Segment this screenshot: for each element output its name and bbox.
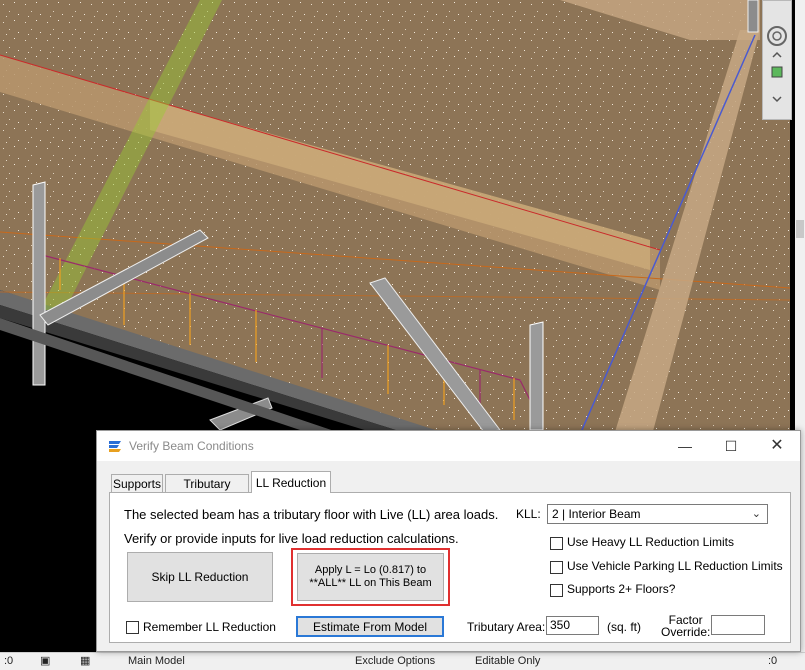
supports-floors-label[interactable]: Supports 2+ Floors? xyxy=(567,582,675,596)
editable-only[interactable]: Editable Only xyxy=(475,655,540,667)
tab-tributary-beams[interactable]: Tributary Beams xyxy=(165,474,249,510)
scrollbar-thumb[interactable] xyxy=(796,220,804,238)
cube-icon[interactable]: ▣ xyxy=(40,654,50,667)
grid-icon[interactable]: ▦ xyxy=(80,654,90,667)
highlight-box: Apply L = Lo (0.817) to **ALL** LL on Th… xyxy=(291,548,450,606)
estimate-from-model-button[interactable]: Estimate From Model xyxy=(296,616,444,637)
ll-reduction-panel: The selected beam has a tributary floor … xyxy=(109,492,791,643)
message-line-1: The selected beam has a tributary floor … xyxy=(124,507,499,522)
dialog-titlebar[interactable]: Verify Beam Conditions — ☐ ✕ xyxy=(97,431,800,461)
estimate-button-label: Estimate From Model xyxy=(312,619,428,634)
close-button[interactable]: ✕ xyxy=(754,431,800,461)
skip-ll-reduction-button[interactable]: Skip LL Reduction xyxy=(127,552,273,602)
maximize-button[interactable]: ☐ xyxy=(708,431,754,461)
tab-supports[interactable]: Supports xyxy=(111,474,163,493)
apply-button-line-2: **ALL** LL on This Beam xyxy=(309,577,432,589)
vehicle-parking-checkbox[interactable] xyxy=(550,561,563,574)
heavy-ll-checkbox[interactable] xyxy=(550,537,563,550)
navigation-bar[interactable] xyxy=(762,0,792,120)
chevron-down-icon: ⌄ xyxy=(751,508,761,520)
skip-button-label: Skip LL Reduction xyxy=(151,570,249,584)
exclude-options[interactable]: Exclude Options xyxy=(355,655,435,667)
apply-ll-factor-button[interactable]: Apply L = Lo (0.817) to **ALL** LL on Th… xyxy=(297,553,444,601)
status-coord: :0 xyxy=(4,655,14,667)
status-right-value: :0 xyxy=(768,655,778,667)
kll-selected-value: 2 | Interior Beam xyxy=(552,507,641,521)
kll-dropdown[interactable]: 2 | Interior Beam ⌄ xyxy=(547,504,768,524)
minimize-button[interactable]: — xyxy=(662,431,708,461)
remember-ll-checkbox[interactable] xyxy=(126,621,139,634)
dialog-title: Verify Beam Conditions xyxy=(129,439,254,453)
zoom-icon xyxy=(771,66,783,78)
vehicle-parking-label[interactable]: Use Vehicle Parking LL Reduction Limits xyxy=(567,559,783,573)
heavy-ll-label[interactable]: Use Heavy LL Reduction Limits xyxy=(567,535,734,549)
status-bar: :0 ▣ ▦ Main Model Exclude Options Editab… xyxy=(0,652,805,670)
steering-wheel-icon xyxy=(767,26,787,46)
app-logo-icon xyxy=(109,441,121,452)
message-line-2: Verify or provide inputs for live load r… xyxy=(124,531,459,546)
tributary-area-input[interactable]: 350 xyxy=(546,616,599,635)
apply-button-line-1: Apply L = Lo (0.817) to xyxy=(314,564,427,576)
tributary-area-label: Tributary Area: xyxy=(467,620,546,634)
tab-ll-reduction[interactable]: LL Reduction xyxy=(251,471,331,493)
supports-floors-checkbox[interactable] xyxy=(550,584,563,597)
verify-beam-conditions-dialog: Verify Beam Conditions — ☐ ✕ Supports Tr… xyxy=(96,430,801,652)
remember-ll-label[interactable]: Remember LL Reduction xyxy=(143,620,276,634)
kll-label: KLL: xyxy=(516,507,541,521)
factor-override-input[interactable] xyxy=(711,615,765,635)
tributary-area-unit: (sq. ft) xyxy=(607,620,642,634)
active-model-select[interactable]: Main Model xyxy=(128,655,185,667)
chevron-down-icon xyxy=(772,96,782,103)
factor-override-label: Factor Override: xyxy=(661,613,711,639)
